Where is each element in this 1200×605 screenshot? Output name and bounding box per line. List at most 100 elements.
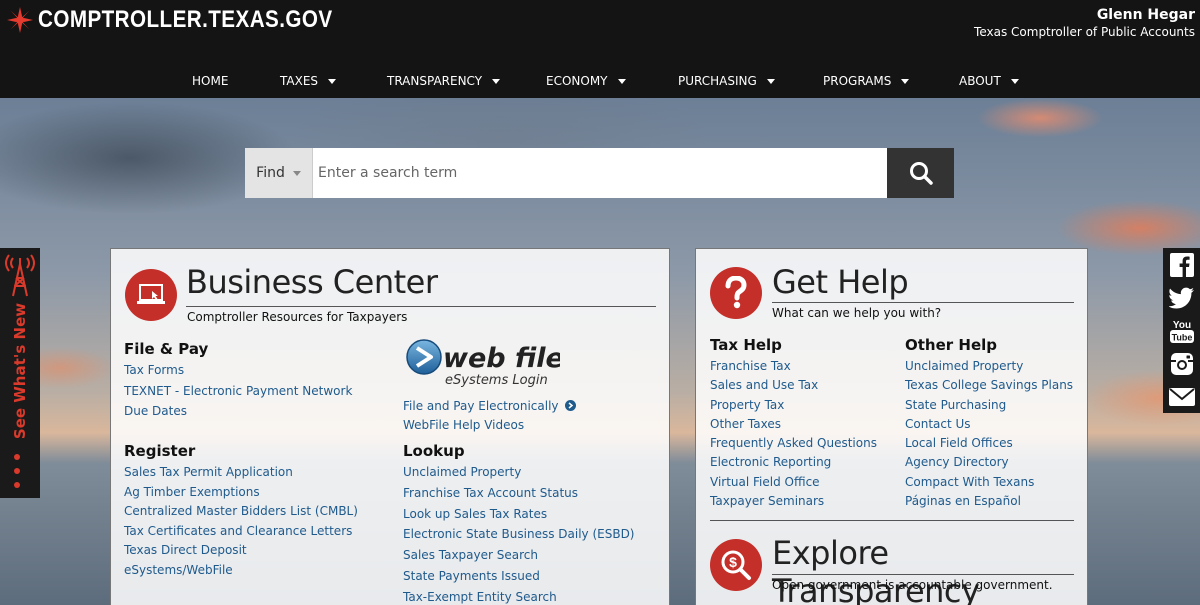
link-contact-us[interactable]: Contact Us — [905, 416, 1073, 435]
business-center-title: Business Center — [186, 263, 438, 301]
section-divider — [710, 520, 1074, 521]
link-local-field-offices[interactable]: Local Field Offices — [905, 435, 1073, 454]
link-ag-timber[interactable]: Ag Timber Exemptions — [124, 484, 358, 504]
nav-home[interactable]: HOME — [192, 74, 228, 88]
youtube-icon: You Tube — [1169, 320, 1194, 343]
see-whats-new-label-wrap: See What's New — [3, 302, 37, 438]
radio-tower-icon — [5, 254, 35, 297]
email-icon — [1168, 387, 1195, 406]
nav-taxes[interactable]: TAXES — [280, 74, 337, 88]
nav-programs[interactable]: PROGRAMS — [823, 74, 910, 88]
business-center-subtitle: Comptroller Resources for Taxpayers — [187, 310, 408, 324]
official-title: Texas Comptroller of Public Accounts — [974, 25, 1195, 39]
svg-text:You: You — [1172, 320, 1190, 331]
link-state-payments[interactable]: State Payments Issued — [403, 568, 635, 589]
link-franchise-tax[interactable]: Franchise Tax — [710, 358, 877, 377]
business-center-panel: Business Center Comptroller Resources fo… — [110, 248, 670, 605]
nav-about[interactable]: ABOUT — [959, 74, 1019, 88]
nav-label: PROGRAMS — [823, 74, 892, 88]
link-sales-tax-rates[interactable]: Look up Sales Tax Rates — [403, 506, 635, 527]
site-logo[interactable]: COMPTROLLER.TEXAS.GOV — [6, 6, 381, 34]
link-compact-with-texans[interactable]: Compact With Texans — [905, 474, 1073, 493]
link-webfile-help-videos[interactable]: WebFile Help Videos — [403, 416, 576, 436]
instagram-link[interactable] — [1163, 347, 1200, 380]
find-dropdown[interactable]: Find — [245, 148, 313, 198]
email-link[interactable] — [1163, 380, 1200, 413]
link-esystems[interactable]: eSystems/WebFile — [124, 562, 358, 582]
search-input[interactable] — [313, 148, 887, 198]
youtube-link[interactable]: You Tube — [1163, 314, 1200, 347]
link-sales-tax-permit[interactable]: Sales Tax Permit Application — [124, 464, 358, 484]
webfile-logo-graphic: web file eSystems Login — [406, 339, 564, 388]
search-icon — [909, 162, 933, 185]
dots-icon — [14, 454, 22, 496]
caret-down-icon — [766, 78, 775, 84]
link-unclaimed-property[interactable]: Unclaimed Property — [905, 358, 1073, 377]
facebook-link[interactable] — [1163, 248, 1200, 281]
explore-transparency-title[interactable]: Explore Transparency — [772, 534, 1087, 605]
see-whats-new-tab[interactable]: See What's New — [0, 248, 40, 498]
nav-label: HOME — [192, 74, 229, 88]
link-franchise-status[interactable]: Franchise Tax Account Status — [403, 485, 635, 506]
link-sales-taxpayer-search[interactable]: Sales Taxpayer Search — [403, 547, 635, 568]
link-tax-certificates[interactable]: Tax Certificates and Clearance Letters — [124, 523, 358, 543]
link-other-taxes[interactable]: Other Taxes — [710, 416, 877, 435]
official-name: Glenn Hegar — [1096, 7, 1195, 23]
nav-label: PURCHASING — [678, 74, 757, 88]
link-file-pay-electronically[interactable]: File and Pay Electronically — [403, 396, 576, 416]
arrow-right-circle-icon — [564, 400, 576, 412]
link-state-purchasing[interactable]: State Purchasing — [905, 397, 1073, 416]
star-logo-icon — [7, 7, 33, 33]
search-button[interactable] — [887, 148, 954, 198]
nav-purchasing[interactable]: PURCHASING — [678, 74, 775, 88]
get-help-badge — [710, 267, 762, 319]
main-nav: HOME TAXES TRANSPARENCY ECONOMY PURCHASI… — [0, 74, 1200, 90]
question-mark-icon — [725, 276, 747, 309]
register-links: Sales Tax Permit Application Ag Timber E… — [124, 464, 358, 581]
business-center-badge — [125, 269, 177, 321]
link-agency-directory[interactable]: Agency Directory — [905, 454, 1073, 473]
official-info: Glenn Hegar Texas Comptroller of Public … — [974, 7, 1195, 39]
link-unclaimed-property[interactable]: Unclaimed Property — [403, 464, 635, 485]
link-faq[interactable]: Frequently Asked Questions — [710, 435, 877, 454]
magnifier-dollar-icon: $ — [721, 550, 751, 580]
svg-text:$: $ — [729, 554, 737, 570]
caret-down-icon — [492, 78, 501, 84]
link-esbd[interactable]: Electronic State Business Daily (ESBD) — [403, 526, 635, 547]
register-heading: Register — [124, 442, 196, 460]
link-paginas-espanol[interactable]: Páginas en Español — [905, 493, 1073, 512]
site-header: COMPTROLLER.TEXAS.GOV Glenn Hegar Texas … — [0, 0, 1200, 98]
title-divider — [772, 574, 1074, 575]
link-due-dates[interactable]: Due Dates — [124, 403, 352, 424]
twitter-icon — [1168, 287, 1194, 308]
link-tax-exempt-search[interactable]: Tax-Exempt Entity Search — [403, 589, 635, 605]
twitter-link[interactable] — [1163, 281, 1200, 314]
webfile-links: File and Pay Electronically WebFile Help… — [403, 396, 576, 435]
link-electronic-reporting[interactable]: Electronic Reporting — [710, 454, 877, 473]
nav-transparency[interactable]: TRANSPARENCY — [387, 74, 501, 88]
webfile-logo[interactable]: web file eSystems Login — [405, 339, 564, 389]
title-divider — [186, 306, 656, 307]
link-college-savings[interactable]: Texas College Savings Plans — [905, 377, 1073, 396]
nav-label: TRANSPARENCY — [387, 74, 483, 88]
caret-down-icon — [1010, 78, 1019, 84]
link-texnet[interactable]: TEXNET - Electronic Payment Network — [124, 383, 352, 404]
tax-help-links: Franchise Tax Sales and Use Tax Property… — [710, 358, 877, 512]
caret-down-icon — [328, 78, 337, 84]
facebook-icon — [1169, 252, 1194, 277]
nav-economy[interactable]: ECONOMY — [546, 74, 626, 88]
lookup-heading: Lookup — [403, 442, 465, 460]
link-direct-deposit[interactable]: Texas Direct Deposit — [124, 542, 358, 562]
other-help-links: Unclaimed Property Texas College Savings… — [905, 358, 1073, 512]
webfile-logo-sub: eSystems Login — [445, 373, 548, 388]
link-sales-use-tax[interactable]: Sales and Use Tax — [710, 377, 877, 396]
link-property-tax[interactable]: Property Tax — [710, 397, 877, 416]
link-taxpayer-seminars[interactable]: Taxpayer Seminars — [710, 493, 877, 512]
nav-label: ECONOMY — [546, 74, 608, 88]
link-tax-forms[interactable]: Tax Forms — [124, 362, 352, 383]
caret-down-icon — [617, 78, 626, 84]
get-help-panel: Get Help What can we help you with? Tax … — [695, 248, 1088, 605]
instagram-icon — [1170, 352, 1193, 375]
link-virtual-field-office[interactable]: Virtual Field Office — [710, 474, 877, 493]
link-cmbl[interactable]: Centralized Master Bidders List (CMBL) — [124, 503, 358, 523]
